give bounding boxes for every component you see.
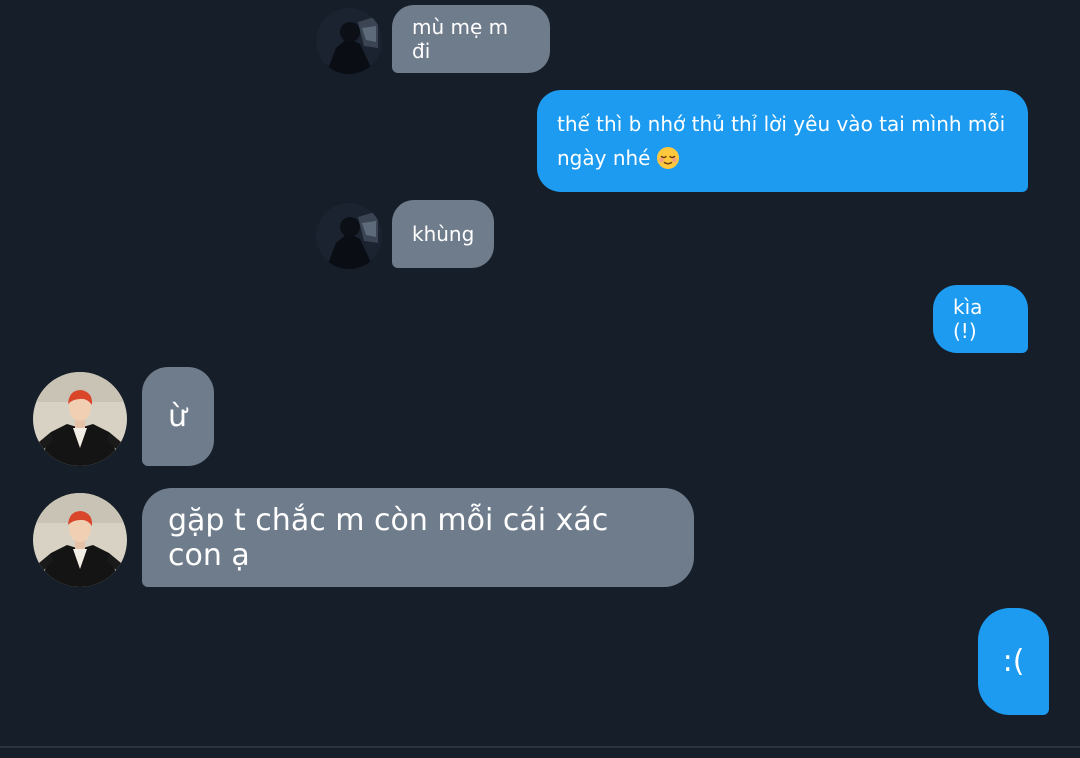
avatar-dark[interactable] — [316, 203, 382, 269]
message-text: thế thì b nhớ thủ thỉ lời yêu vào tai mì… — [557, 112, 1006, 170]
message-text: ừ — [168, 399, 188, 434]
message-text: khùng — [412, 222, 475, 246]
message-text-wrap: thế thì b nhớ thủ thỉ lời yêu vào tai mì… — [557, 107, 1008, 175]
divider — [0, 746, 1080, 748]
message-text: kìa (!) — [953, 295, 983, 343]
message-bubble-outgoing[interactable]: :( — [978, 608, 1049, 715]
message-bubble-incoming[interactable]: mù mẹ m đi — [392, 5, 550, 73]
message-bubble-outgoing[interactable]: kìa (!) — [933, 285, 1028, 353]
message-bubble-outgoing[interactable]: thế thì b nhớ thủ thỉ lời yêu vào tai mì… — [537, 90, 1028, 192]
avatar-photo[interactable] — [33, 493, 127, 587]
avatar-photo[interactable] — [33, 372, 127, 466]
message-bubble-incoming[interactable]: ừ — [142, 367, 214, 466]
relieved-face-emoji-icon — [656, 146, 680, 170]
message-text: :( — [1002, 644, 1025, 679]
message-text: mù mẹ m đi — [412, 15, 509, 63]
message-bubble-incoming[interactable]: gặp t chắc m còn mỗi cái xác con ạ — [142, 488, 694, 587]
message-text: gặp t chắc m còn mỗi cái xác con ạ — [168, 502, 609, 573]
chat-thread: mù mẹ m đi thế thì b nhớ thủ thỉ lời yêu… — [0, 0, 1080, 758]
message-bubble-incoming[interactable]: khùng — [392, 200, 494, 268]
avatar-dark[interactable] — [316, 8, 382, 74]
